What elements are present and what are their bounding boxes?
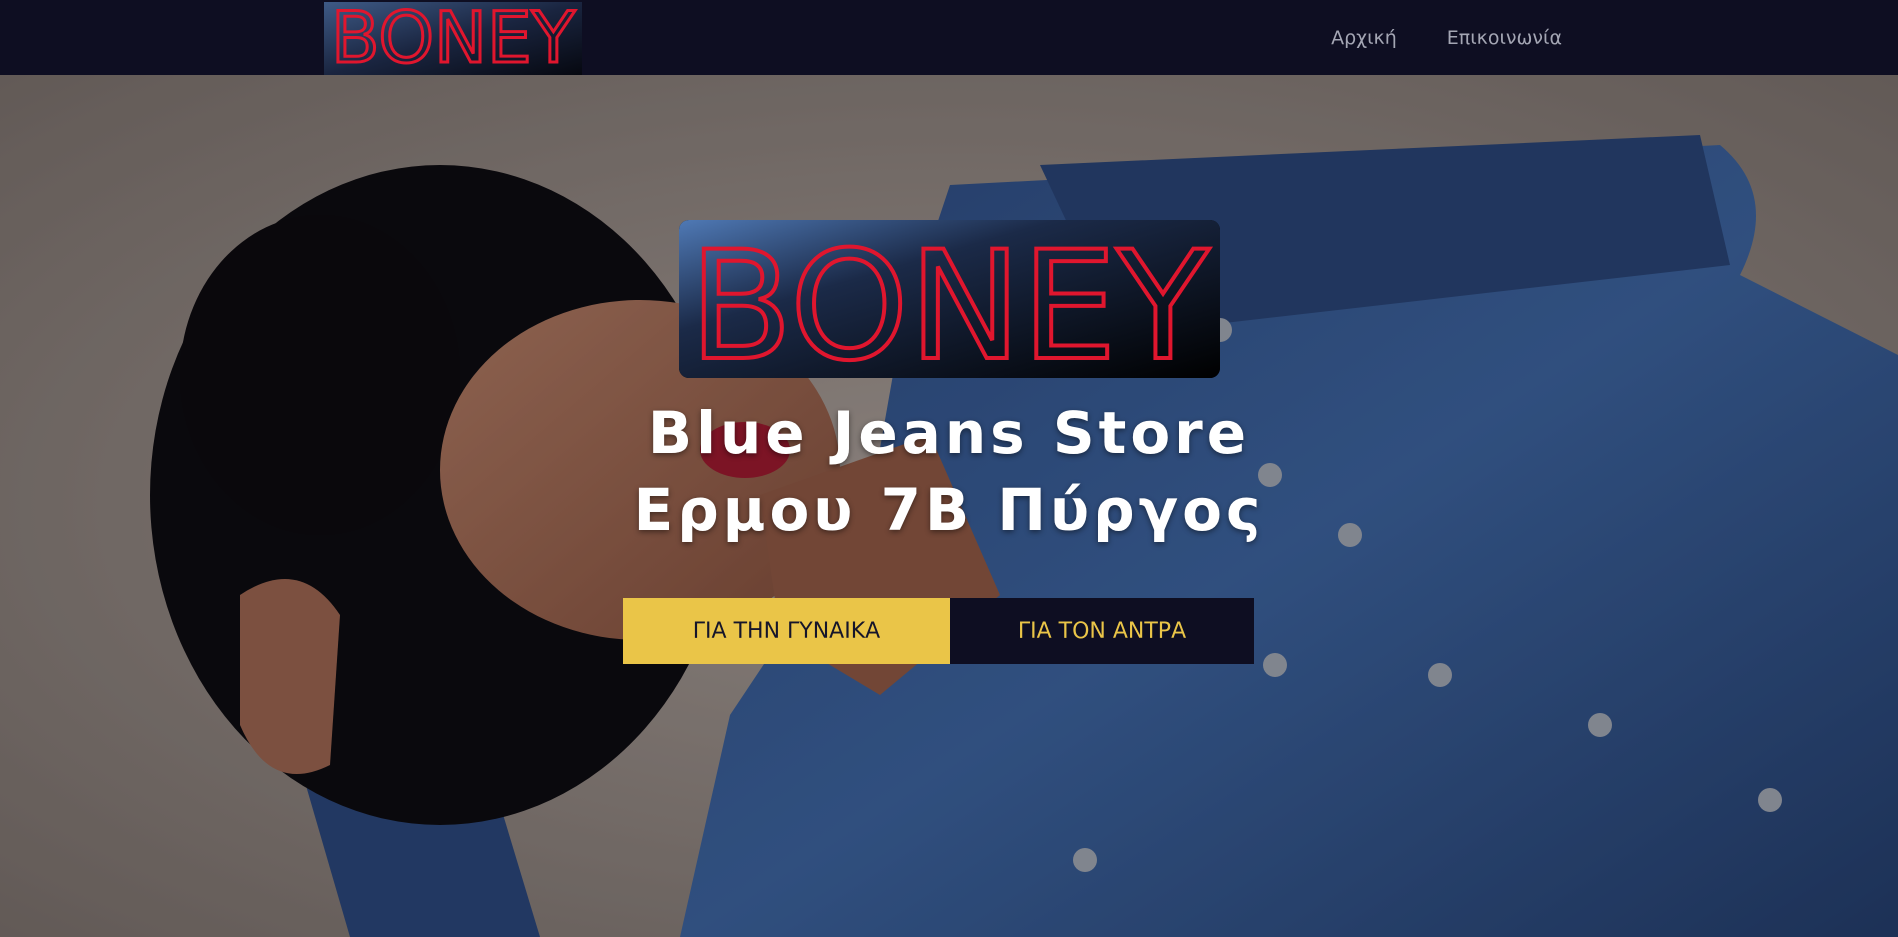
boney-logo-icon: BONEY <box>324 2 582 75</box>
nav-link-contact[interactable]: Επικοινωνία <box>1447 27 1562 49</box>
hero-logo: BONEY <box>679 220 1220 378</box>
boney-logo-icon: BONEY <box>679 220 1220 378</box>
nav-logo-text: BONEY <box>331 2 575 75</box>
hero-title: Blue Jeans Store <box>647 399 1251 467</box>
women-button[interactable]: ΓΙΑ ΤΗΝ ΓΥΝΑΙΚΑ <box>623 598 950 664</box>
site-logo[interactable]: BONEY <box>324 2 582 75</box>
main-nav: Αρχική Επικοινωνία <box>1331 0 1562 75</box>
cta-button-group: ΓΙΑ ΤΗΝ ΓΥΝΑΙΚΑ ΓΙΑ ΤΟΝ ΑΝΤΡΑ <box>623 598 1254 664</box>
hero-logo-text: BONEY <box>689 220 1209 378</box>
top-navbar: BONEY Αρχική Επικοινωνία <box>0 0 1898 75</box>
hero-address: Ερμου 7Β Πύργος <box>633 476 1265 544</box>
hero-section: BONEY Blue Jeans Store Ερμου 7Β Πύργος Γ… <box>0 75 1898 937</box>
page: BONEY Αρχική Επικοινωνία BONEY Blue Jean… <box>0 0 1898 937</box>
nav-link-home[interactable]: Αρχική <box>1331 27 1397 49</box>
men-button[interactable]: ΓΙΑ ΤΟΝ ΑΝΤΡΑ <box>950 598 1254 664</box>
